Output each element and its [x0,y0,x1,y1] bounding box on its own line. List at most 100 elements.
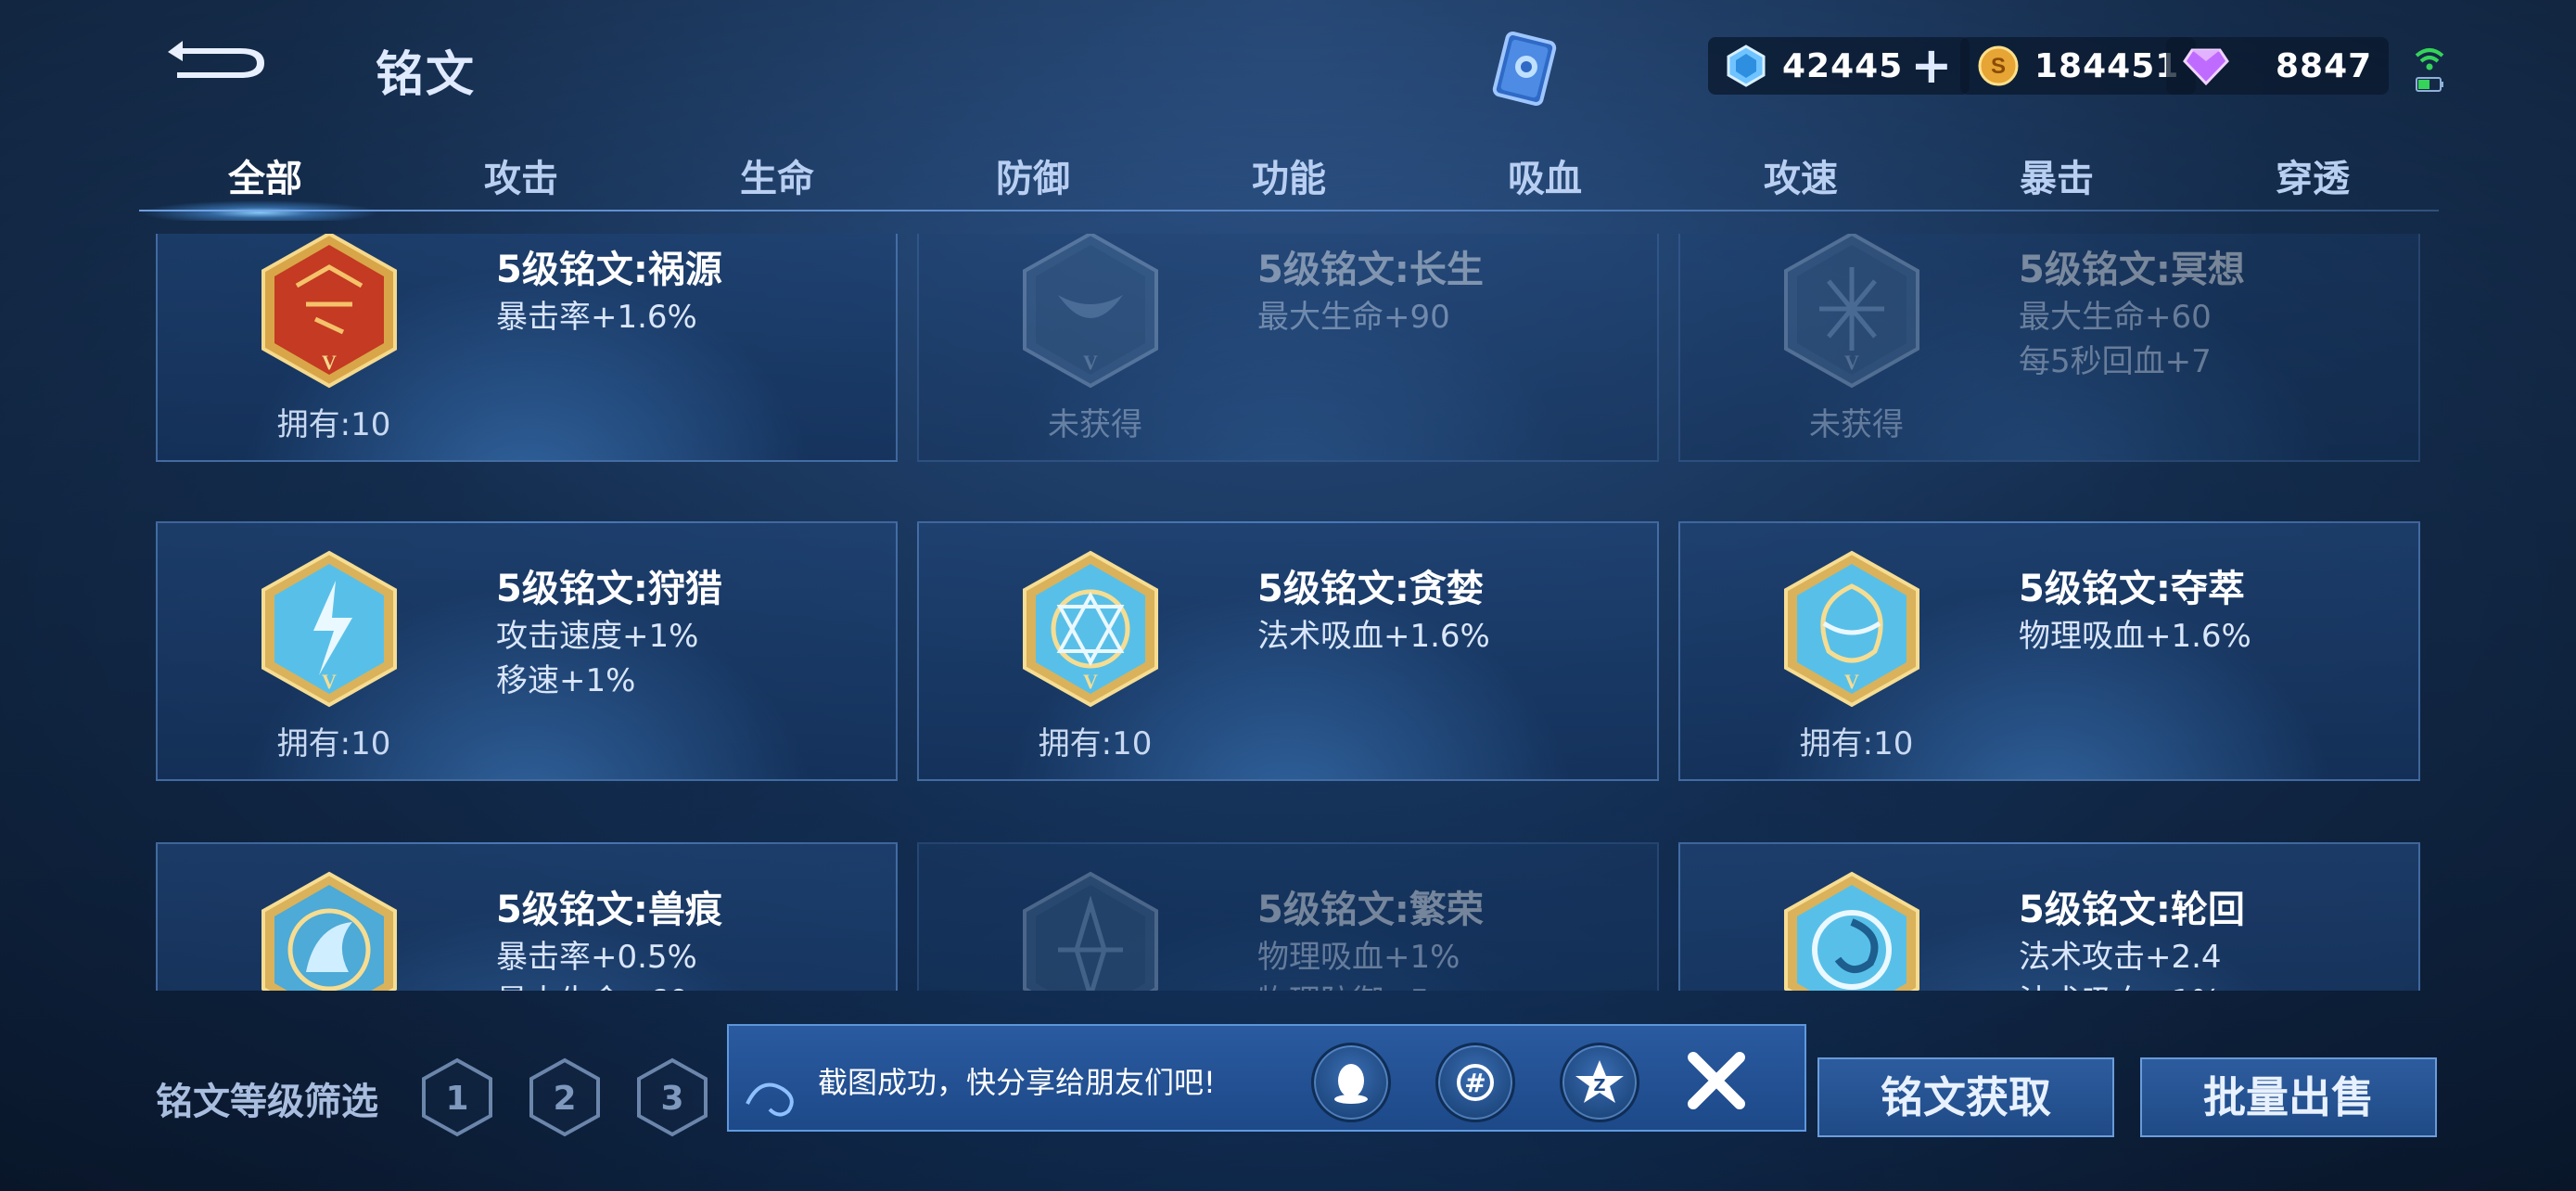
rune-stat: 法术吸血+1% [2019,976,2221,991]
tab-attack[interactable]: 攻击 [447,148,595,202]
svg-text:V: V [322,351,337,374]
svg-text:V: V [1083,351,1098,374]
crystal-amount: 42445 [1782,46,1904,85]
rune-title: 5级铭文:轮回 [2019,889,2245,931]
tab-underline [139,210,2439,211]
rune-card[interactable]: V 5级铭文:祸源 暴击率+1.6% 拥有:10 [156,234,898,462]
rune-title: 5级铭文:繁荣 [1257,889,1484,931]
moments-icon: # [1457,1064,1494,1101]
tab-crit[interactable]: 暴击 [1983,148,2131,202]
rune-owned: 拥有:10 [1038,725,1153,762]
cloud-swirl-icon [746,1082,794,1117]
rune-stat: 最大生命+90 [1257,299,1450,336]
rune-owned: 拥有:10 [276,406,391,443]
rune-card[interactable]: 5级铭文:轮回 法术攻击+2.4 法术吸血+1% [1678,842,2420,991]
rune-title: 5级铭文:夺萃 [2019,568,2245,610]
rune-stat: 每5秒回血+7 [2019,343,2212,380]
rune-title: 5级铭文:长生 [1257,249,1484,291]
purple-diamond-icon [2183,48,2229,86]
rune-card[interactable]: V 5级铭文:贪婪 法术吸血+1.6% 拥有:10 [917,521,1659,781]
tab-lifesteal[interactable]: 吸血 [1471,148,1619,202]
rune-stat: 移速+1% [496,662,636,699]
currency-diamond: 8847 [2166,37,2390,95]
rune-card[interactable]: V 5级铭文:狩猎 攻击速度+1% 移速+1% 拥有:10 [156,521,898,781]
gold-coin-icon: S [1978,45,2019,86]
rune-owned: 未获得 [1809,406,1904,443]
svg-text:Z: Z [1593,1076,1605,1095]
rune-stat: 最大生命+60 [496,976,689,991]
level-2-filter[interactable]: 2 [529,1057,601,1137]
svg-text:V: V [1083,670,1098,693]
blue-rune-gem-icon: V [1784,550,1919,708]
tab-penetration[interactable]: 穿透 [2238,148,2387,202]
blue-rune-gem-icon [261,871,397,991]
category-tabs: 全部 攻击 生命 防御 功能 吸血 攻速 暴击 穿透 [139,139,2439,221]
svg-text:V: V [1844,670,1859,693]
blue-rune-gem-icon [1023,871,1158,991]
svg-text:#: # [1464,1068,1486,1098]
back-button[interactable] [158,26,278,100]
share-qq-button[interactable] [1311,1043,1391,1122]
rune-owned: 拥有:10 [1799,725,1914,762]
tab-attack-speed[interactable]: 攻速 [1727,148,1875,202]
close-icon[interactable] [1684,1048,1749,1113]
rune-stat: 暴击率+0.5% [496,939,697,976]
currency-gold: S 184451 [1960,37,2197,95]
rune-title: 5级铭文:冥想 [2019,249,2245,291]
rune-title: 5级铭文:祸源 [496,249,722,291]
rune-stat: 法术攻击+2.4 [2019,939,2222,976]
rune-owned: 拥有:10 [276,725,391,762]
wifi-battery-icon [2415,48,2444,92]
screenshot-share-toast: 截图成功，快分享给朋友们吧! # Z [727,1024,1806,1132]
bulk-sell-button[interactable]: 批量出售 [2140,1057,2437,1137]
currency-crystal: 42445 + [1708,37,1970,95]
tab-utility[interactable]: 功能 [1215,148,1363,202]
level-1-filter[interactable]: 1 [421,1057,493,1137]
back-arrow-icon [168,41,264,78]
svg-text:S: S [1991,54,2006,79]
level-filter-label: 铭文等级筛选 [156,1081,378,1123]
blue-rune-gem-icon: V [1023,234,1158,389]
page-title: 铭文 [376,47,477,103]
gold-amount: 184451 [2034,46,2180,85]
rune-card[interactable]: V 5级铭文:冥想 最大生命+60 每5秒回血+7 未获得 [1678,234,2420,462]
tab-health[interactable]: 生命 [703,148,851,202]
rune-card[interactable]: V 5级铭文:夺萃 物理吸血+1.6% 拥有:10 [1678,521,2420,781]
rune-card[interactable]: 5级铭文:繁荣 物理吸血+1% 物理防御+5 [917,842,1659,991]
qzone-icon: Z [1575,1060,1624,1103]
svg-text:2: 2 [553,1080,576,1118]
add-crystal-button[interactable]: + [1910,41,1952,91]
rune-book-icon[interactable] [1484,28,1567,111]
level-3-filter[interactable]: 3 [636,1057,708,1137]
rune-stat: 物理吸血+1.6% [2019,618,2251,655]
rune-card[interactable]: V 5级铭文:长生 最大生命+90 未获得 [917,234,1659,462]
blue-crystal-icon [1727,45,1766,87]
svg-text:1: 1 [445,1080,468,1118]
svg-text:V: V [322,670,337,693]
qq-icon [1334,1064,1368,1104]
rune-grid[interactable]: V 5级铭文:祸源 暴击率+1.6% 拥有:10 V 5级铭文:长生 最大生命+… [156,234,2420,991]
rune-stat: 攻击速度+1% [496,618,699,655]
blue-rune-gem-icon: V [1784,234,1919,389]
rune-title: 5级铭文:狩猎 [496,568,722,610]
rune-stat: 物理防御+5 [1257,976,1430,991]
blue-rune-gem-icon [1784,871,1919,991]
rune-stat: 法术吸血+1.6% [1257,618,1490,655]
blue-rune-gem-icon: V [1023,550,1158,708]
rune-title: 5级铭文:贪婪 [1257,568,1484,610]
red-rune-gem-icon: V [261,234,397,389]
rune-owned: 未获得 [1048,406,1142,443]
rune-title: 5级铭文:兽痕 [496,889,722,931]
rune-stat: 物理吸血+1% [1257,939,1460,976]
diamond-amount: 8847 [2276,46,2373,85]
share-qzone-button[interactable]: Z [1560,1043,1639,1122]
svg-text:V: V [1844,351,1859,374]
tab-defense[interactable]: 防御 [959,148,1107,202]
share-moments-button[interactable]: # [1435,1043,1515,1122]
tab-all[interactable]: 全部 [191,148,339,202]
rune-obtain-button[interactable]: 铭文获取 [1817,1057,2114,1137]
rune-card[interactable]: 5级铭文:兽痕 暴击率+0.5% 最大生命+60 [156,842,898,991]
rune-stat: 暴击率+1.6% [496,299,697,336]
blue-rune-gem-icon: V [261,550,397,708]
toast-message: 截图成功，快分享给朋友们吧! [818,1065,1216,1100]
